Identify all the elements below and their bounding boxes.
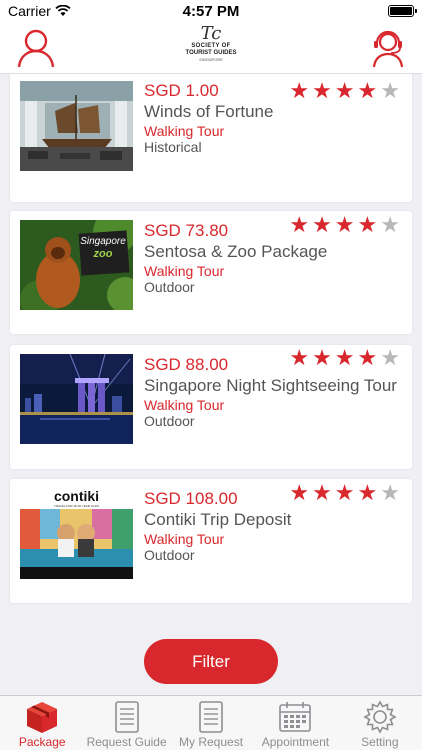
- star-empty-icon: ★: [380, 480, 400, 505]
- tour-category: Walking Tour: [144, 531, 225, 547]
- carrier-name: Carrier: [8, 3, 51, 19]
- document-icon: [191, 699, 231, 735]
- tour-card[interactable]: SGD 88.00 Singapore Night Sightseeing To…: [10, 345, 412, 469]
- star-filled-icon: ★: [334, 78, 355, 103]
- tab-bar: Package Request Guide My Request Appoint…: [0, 695, 422, 750]
- tour-tag: Outdoor: [144, 413, 195, 429]
- tab-label: Appointment: [261, 735, 330, 749]
- tour-thumbnail: [20, 354, 133, 444]
- tab-label: Package: [18, 735, 66, 749]
- star-empty-icon: ★: [380, 212, 400, 237]
- star-filled-icon: ★: [334, 212, 355, 237]
- package-box-icon: [22, 699, 62, 735]
- filter-button[interactable]: Filter: [144, 639, 278, 684]
- tab-appointment[interactable]: Appointment: [253, 696, 337, 750]
- status-bar: Carrier 4:57 PM: [0, 0, 422, 22]
- gear-icon: [360, 699, 400, 735]
- zoo-sign-word2: zoo: [93, 248, 113, 260]
- tour-thumbnail: contiki TRAVEL FOR 18-35 YEAR OLDS: [20, 489, 133, 579]
- star-filled-icon: ★: [334, 345, 355, 370]
- user-icon: [17, 29, 55, 68]
- tour-tag: Outdoor: [144, 547, 195, 563]
- tab-label: Setting: [361, 735, 399, 749]
- tab-label: Request Guide: [86, 735, 167, 749]
- support-button[interactable]: [366, 26, 410, 70]
- star-filled-icon: ★: [357, 480, 378, 505]
- app-header: Tc SOCIETY OF TOURIST GUIDES SINGAPORE: [0, 22, 422, 74]
- tour-category: Walking Tour: [144, 397, 225, 413]
- tab-label: My Request: [179, 735, 244, 749]
- profile-button[interactable]: [14, 26, 58, 70]
- rating-stars: ★ ★ ★ ★ ★: [289, 80, 400, 102]
- zoo-sign-word: Singapore: [80, 236, 126, 247]
- tour-title: Sentosa & Zoo Package: [144, 242, 328, 261]
- star-filled-icon: ★: [289, 78, 310, 103]
- star-filled-icon: ★: [357, 78, 378, 103]
- wifi-icon: [55, 5, 71, 16]
- tour-card[interactable]: SGD 1.00 Winds of Fortune Walking Tour H…: [10, 74, 412, 202]
- star-empty-icon: ★: [380, 345, 400, 370]
- orangutan-zoo-image: [20, 220, 133, 310]
- rating-stars: ★ ★ ★ ★ ★: [289, 214, 400, 236]
- tour-title: Winds of Fortune: [144, 102, 274, 121]
- tour-category: Walking Tour: [144, 263, 225, 279]
- headset-agent-icon: [372, 30, 404, 68]
- star-filled-icon: ★: [312, 480, 332, 505]
- document-icon: [107, 699, 147, 735]
- society-logo: Tc SOCIETY OF TOURIST GUIDES SINGAPORE: [181, 25, 241, 71]
- tour-category: Walking Tour: [144, 123, 225, 139]
- contiki-logo-area: contiki TRAVEL FOR 18-35 YEAR OLDS: [20, 489, 133, 508]
- tour-thumbnail: [20, 81, 133, 171]
- tour-title: Singapore Night Sightseeing Tour: [144, 376, 397, 395]
- logo-line2: TOURIST GUIDES: [185, 50, 237, 56]
- zoo-sign-text: Singapore zoo: [80, 236, 126, 261]
- logo-line3: SINGAPORE: [199, 57, 223, 62]
- tab-package[interactable]: Package: [0, 696, 84, 750]
- star-filled-icon: ★: [357, 345, 378, 370]
- calendar-icon: [275, 699, 315, 735]
- logo-line1: SOCIETY OF: [191, 43, 231, 49]
- star-filled-icon: ★: [289, 480, 310, 505]
- star-empty-icon: ★: [380, 78, 400, 103]
- tour-tag: Outdoor: [144, 279, 195, 295]
- star-filled-icon: ★: [312, 345, 332, 370]
- contiki-logo: contiki: [53, 489, 100, 504]
- battery-icon: [388, 5, 417, 17]
- contiki-tagline: TRAVEL FOR 18-35 YEAR OLDS: [54, 504, 99, 508]
- star-filled-icon: ★: [312, 212, 332, 237]
- tour-title: Contiki Trip Deposit: [144, 510, 292, 529]
- star-filled-icon: ★: [289, 345, 310, 370]
- tab-setting[interactable]: Setting: [338, 696, 422, 750]
- tour-card[interactable]: contiki TRAVEL FOR 18-35 YEAR OLDS SGD 1…: [10, 479, 412, 603]
- logo-mark: Tc: [200, 23, 222, 44]
- ship-museum-image: [20, 81, 133, 171]
- carrier-info: Carrier: [8, 3, 71, 19]
- rating-stars: ★ ★ ★ ★ ★: [289, 482, 400, 504]
- tour-tag: Historical: [144, 139, 202, 155]
- rating-stars: ★ ★ ★ ★ ★: [289, 347, 400, 369]
- tour-thumbnail: Singapore zoo: [20, 220, 133, 310]
- tour-list[interactable]: SGD 1.00 Winds of Fortune Walking Tour H…: [0, 74, 422, 622]
- star-filled-icon: ★: [334, 480, 355, 505]
- tour-card[interactable]: Singapore zoo SGD 73.80 Sentosa & Zoo Pa…: [10, 211, 412, 334]
- tab-request-guide[interactable]: Request Guide: [84, 696, 168, 750]
- star-filled-icon: ★: [289, 212, 310, 237]
- tab-my-request[interactable]: My Request: [169, 696, 253, 750]
- star-filled-icon: ★: [357, 212, 378, 237]
- star-filled-icon: ★: [312, 78, 332, 103]
- night-skyline-image: [20, 354, 133, 444]
